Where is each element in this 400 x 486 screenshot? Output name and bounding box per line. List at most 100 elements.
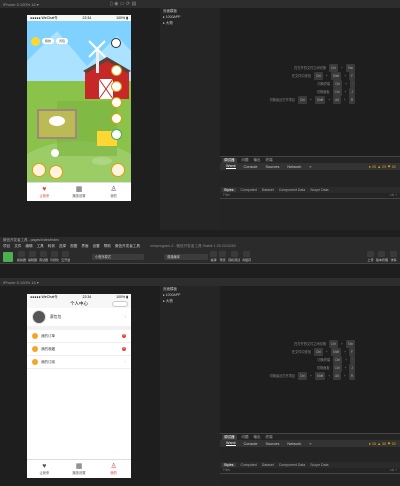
debug-tab[interactable]: 终端: [266, 435, 273, 440]
tab-dataset[interactable]: Dataset: [262, 463, 274, 467]
tab-console[interactable]: Console: [244, 442, 258, 446]
error-counters[interactable]: ● 25 ▲ 29 ⚑ 52: [369, 164, 396, 169]
menu-devtools[interactable]: 微信开发者工具: [115, 243, 140, 250]
filter-row: Filter .cls +: [220, 468, 400, 474]
tab-console[interactable]: Console: [244, 165, 258, 169]
toolbar-debugger-button[interactable]: 调试器: [39, 251, 48, 262]
shortcut-row: 切换最近打开项目 Ctrl + Shift + Alt + R: [269, 96, 355, 104]
tab-mine[interactable]: ♙ 我的: [96, 460, 131, 478]
tab-more[interactable]: »: [309, 442, 311, 446]
tab-styles[interactable]: Styles: [222, 188, 236, 192]
menu-edit[interactable]: 编辑: [25, 243, 32, 250]
tab-settings[interactable]: ▦ 播放设置: [62, 183, 97, 201]
menu-item-favorites[interactable]: 我的收藏 2: [27, 343, 131, 356]
tab-scope-data[interactable]: Scope Data: [310, 463, 328, 467]
user-card[interactable]: 赛包包 ›: [27, 308, 131, 330]
menu-help[interactable]: 帮助: [104, 243, 111, 250]
menu-item-subscriptions[interactable]: 我的订阅 ›: [27, 356, 131, 369]
toolbar-visual-button[interactable]: 可视化: [50, 251, 59, 262]
game-friend-button[interactable]: [111, 97, 122, 108]
game-water-button[interactable]: [49, 165, 63, 179]
toolbar-preview-button[interactable]: 预览: [219, 251, 227, 262]
game-harvest-button[interactable]: [111, 163, 125, 177]
tab-dataset[interactable]: Dataset: [262, 188, 274, 192]
tab-sources[interactable]: Sources: [265, 442, 279, 446]
menu-goto[interactable]: 转到: [48, 243, 55, 250]
tab-network[interactable]: Network: [287, 165, 301, 169]
toolbar-details-button[interactable]: 详情: [390, 251, 397, 262]
toolbar-clearcache-button[interactable]: 清缓存: [242, 251, 251, 262]
avatar[interactable]: [32, 310, 46, 324]
tree-item[interactable]: ▸ 大物: [160, 298, 220, 304]
debug-tab[interactable]: 输出: [254, 158, 261, 163]
tab-computed[interactable]: Computed: [241, 463, 257, 467]
game-close-button[interactable]: [111, 38, 121, 48]
bottom-shortcuts: 在打开的文件之间切换 Ctrl + Tab 在文件中查找 Ctrl + Shift + F 切换…: [225, 340, 355, 380]
toolbar-simulator-button[interactable]: 模拟器: [17, 251, 26, 262]
tab-label: 让我来: [39, 194, 50, 198]
toolbar-version-button[interactable]: 版本管理: [376, 251, 388, 262]
tab-mine[interactable]: ♙ 我的: [96, 183, 131, 201]
nav-bar: 个人中心: [27, 300, 131, 308]
mode-select[interactable]: 小程序模式: [92, 253, 145, 260]
filter-input[interactable]: Filter: [223, 468, 230, 473]
tab-sources[interactable]: Sources: [265, 165, 279, 169]
tab-more[interactable]: »: [309, 165, 311, 169]
menu-item-orders[interactable]: 我的订单 5: [27, 330, 131, 343]
menu-view[interactable]: 视图: [70, 243, 77, 250]
bottom-tabbar: ♥ 让我来 ▦ 播放设置 ♙ 我的: [27, 459, 131, 478]
top-file-tree: 页面模板 ▸ 1000APP ▸ 大物: [160, 0, 220, 230]
tab-wxml[interactable]: Wxml: [226, 441, 236, 446]
debug-tab[interactable]: 问题: [242, 158, 249, 163]
menu-file[interactable]: 文件: [14, 243, 21, 250]
debug-tab[interactable]: 终端: [266, 158, 273, 163]
game-pill-mine[interactable]: 我的: [42, 38, 55, 44]
toolbar-realdevice-button[interactable]: 真机调试: [228, 251, 240, 262]
bottom-device-selector[interactable]: iPhone 5 100% 16 ▾: [3, 280, 39, 285]
debug-tab[interactable]: 调试器: [222, 434, 237, 440]
game-clock-button[interactable]: [111, 129, 122, 140]
tab-scope-data[interactable]: Scope Data: [310, 188, 328, 192]
avatar[interactable]: [3, 251, 13, 262]
menu-project[interactable]: 项目: [3, 243, 10, 250]
debug-tab[interactable]: 调试器: [222, 157, 237, 163]
avatar-icon[interactable]: [31, 37, 40, 46]
top-tabbar: ♥ 让我来 ▦ 播放设置 ♙ 我的: [27, 182, 131, 201]
tree-item[interactable]: ▸ 大物: [160, 20, 220, 26]
tab-component-data[interactable]: Component Data: [279, 463, 305, 467]
tab-network[interactable]: Network: [287, 442, 301, 446]
menu-settings[interactable]: 设置: [93, 243, 100, 250]
game-rank-button[interactable]: [111, 113, 122, 124]
menu-ui[interactable]: 界面: [81, 243, 88, 250]
game-feed-button[interactable]: [32, 163, 46, 177]
bottom-phone-screen: ●●●●● WeChat令 22:34 100% ▮ 个人中心 赛包包 › 我的…: [27, 294, 131, 478]
menu-tools[interactable]: 工具: [37, 243, 44, 250]
cls-toggle[interactable]: .cls +: [389, 193, 397, 198]
cls-toggle[interactable]: .cls +: [389, 468, 397, 473]
filter-input[interactable]: Filter: [223, 193, 230, 198]
game-pill-bag[interactable]: 背包: [56, 38, 69, 44]
error-counters[interactable]: ● 26 ▲ 38 ⚑ 52: [369, 441, 396, 446]
game-shop-button[interactable]: [111, 65, 122, 76]
tab-settings[interactable]: ▦ 播放设置: [62, 460, 97, 478]
toolbar-editor-button[interactable]: 编辑器: [28, 251, 37, 262]
debug-tab[interactable]: 输出: [254, 435, 261, 440]
tab-computed[interactable]: Computed: [241, 188, 257, 192]
debug-tab[interactable]: 问题: [242, 435, 249, 440]
toolbar-cloud-button[interactable]: 云开发: [61, 251, 70, 262]
menu-select[interactable]: 选择: [59, 243, 66, 250]
game-task-button[interactable]: [111, 81, 122, 92]
capsule-menu-button[interactable]: [112, 301, 128, 307]
heart-icon: ♥: [42, 186, 47, 193]
toolbar-compile-button[interactable]: 编译: [210, 251, 218, 262]
tab-styles[interactable]: Styles: [222, 463, 236, 467]
tab-wxml[interactable]: Wxml: [226, 164, 236, 169]
toolbar-upload-button[interactable]: 上传: [366, 251, 374, 262]
time-text: 22:34: [82, 16, 92, 20]
top-device-selector[interactable]: iPhone 5 100% 16 ▾: [3, 2, 39, 7]
tab-home[interactable]: ♥ 让我来: [27, 460, 62, 478]
tab-home[interactable]: ♥ 让我来: [27, 183, 62, 201]
compile-select[interactable]: 普通编译: [164, 253, 209, 260]
top-phone-screen: ●●●●● WeChat令 22:34 100% ▮ 我的 背包 ♥ 让我来 ▦…: [27, 15, 131, 201]
tab-component-data[interactable]: Component Data: [279, 188, 305, 192]
